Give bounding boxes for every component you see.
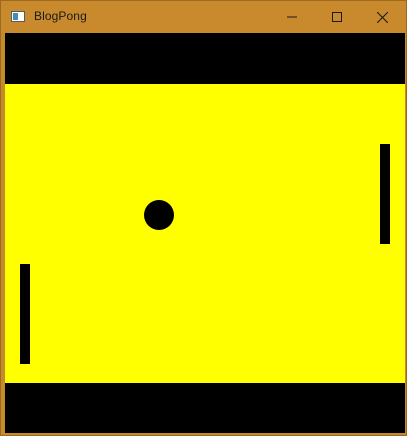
- maximize-button[interactable]: [314, 1, 360, 33]
- minimize-icon: [287, 16, 297, 18]
- title-bar[interactable]: BlogPong: [1, 1, 406, 33]
- close-button[interactable]: [359, 1, 405, 33]
- left-paddle: [20, 264, 30, 364]
- playing-court: [5, 84, 405, 383]
- right-paddle: [380, 144, 390, 244]
- minimize-button[interactable]: [269, 1, 315, 33]
- app-icon: [11, 11, 25, 22]
- game-canvas[interactable]: [5, 33, 405, 433]
- app-window: BlogPong: [0, 0, 407, 436]
- ball: [144, 200, 174, 230]
- maximize-icon: [332, 12, 342, 22]
- close-icon: [376, 11, 388, 23]
- window-title: BlogPong: [34, 9, 87, 23]
